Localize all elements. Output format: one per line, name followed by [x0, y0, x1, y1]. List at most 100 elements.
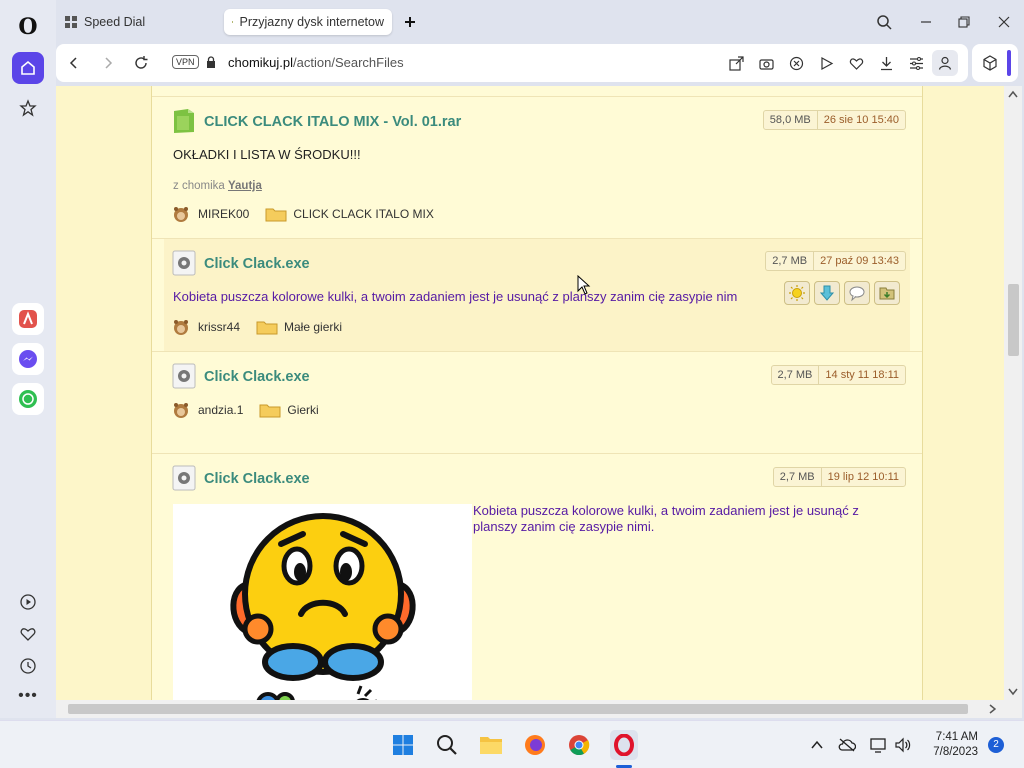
- player-button[interactable]: [12, 586, 44, 618]
- chrome-button[interactable]: [566, 732, 592, 758]
- horizontal-scrollbar[interactable]: [56, 700, 1004, 718]
- file-meta: 58,0 MB 26 sie 10 15:40: [762, 110, 906, 130]
- heart-outline-icon[interactable]: [846, 53, 866, 73]
- search-icon: [437, 735, 457, 755]
- volume-icon[interactable]: [890, 732, 916, 758]
- from-prefix: z chomika: [173, 180, 225, 192]
- firefox-button[interactable]: [522, 732, 548, 758]
- tab-chomikuj[interactable]: Przyjazny dysk internetow: [224, 9, 392, 35]
- save-to-chomik-button[interactable]: [874, 281, 900, 305]
- hamster-avatar-icon[interactable]: [172, 401, 190, 419]
- owner-name[interactable]: andzia.1: [198, 403, 243, 417]
- scrollbar-thumb[interactable]: [1008, 284, 1019, 356]
- sun-icon: [789, 285, 805, 301]
- from-user-link[interactable]: Yautja: [228, 180, 262, 192]
- from-user-line: z chomika Yautja: [173, 180, 262, 192]
- close-button[interactable]: [992, 10, 1016, 34]
- vertical-scrollbar[interactable]: [1004, 86, 1022, 718]
- system-clock[interactable]: 7:41 AM 7/8/2023: [933, 730, 978, 760]
- hamster-avatar-icon[interactable]: [172, 205, 190, 223]
- comment-button[interactable]: [844, 281, 870, 305]
- home-button[interactable]: [12, 52, 44, 84]
- back-button[interactable]: [62, 51, 86, 75]
- onedrive-status-icon[interactable]: [834, 732, 860, 758]
- aria-app-button[interactable]: [12, 303, 44, 335]
- opera-taskbar-button[interactable]: [610, 730, 638, 760]
- hamster-avatar-icon[interactable]: [172, 318, 190, 336]
- camera-icon[interactable]: [756, 53, 776, 73]
- scrollbar-thumb[interactable]: [68, 704, 968, 714]
- bookmarks-button[interactable]: [12, 92, 44, 124]
- notification-badge[interactable]: 2: [988, 737, 1004, 753]
- speech-bubble-icon: [849, 286, 865, 302]
- file-date: 27 paź 09 13:43: [820, 255, 899, 267]
- restore-icon: [958, 16, 970, 28]
- recommend-button[interactable]: [784, 281, 810, 305]
- forward-button[interactable]: [96, 51, 120, 75]
- result-item: CLICK CLACK ITALO MIX - Vol. 01.rar 58,0…: [164, 104, 910, 238]
- chrome-icon: [569, 735, 590, 756]
- owner-name[interactable]: krissr44: [198, 320, 240, 334]
- new-tab-button[interactable]: [398, 10, 422, 34]
- scroll-up-icon: [1008, 90, 1018, 98]
- taskbar-search-button[interactable]: [434, 732, 460, 758]
- chomikuj-favicon-icon: [232, 21, 234, 23]
- download-icon[interactable]: [876, 53, 896, 73]
- owner-name[interactable]: MIREK00: [198, 207, 249, 221]
- share-icon[interactable]: [726, 53, 746, 73]
- hamster-save-icon: [879, 287, 895, 300]
- search-icon: [877, 15, 892, 30]
- profile-icon[interactable]: [932, 50, 958, 76]
- messenger-icon: [19, 350, 37, 368]
- file-title-link[interactable]: Click Clack.exe: [204, 369, 310, 385]
- easy-setup-icon[interactable]: [906, 53, 926, 73]
- reload-button[interactable]: [129, 51, 153, 75]
- lock-icon[interactable]: [206, 56, 216, 72]
- chevron-left-icon: [69, 57, 77, 69]
- minimize-button[interactable]: [914, 10, 938, 34]
- folder-name[interactable]: Małe gierki: [284, 320, 342, 334]
- speaker-icon: [895, 737, 911, 753]
- star-icon: [19, 99, 37, 117]
- close-icon: [998, 16, 1010, 28]
- start-button[interactable]: [390, 732, 416, 758]
- history-button[interactable]: [12, 650, 44, 682]
- file-title-link[interactable]: Click Clack.exe: [204, 256, 310, 272]
- adblock-icon[interactable]: [786, 53, 806, 73]
- file-title-link[interactable]: CLICK CLACK ITALO MIX - Vol. 01.rar: [204, 114, 461, 130]
- search-tabs-button[interactable]: [872, 10, 896, 34]
- file-explorer-button[interactable]: [478, 732, 504, 758]
- show-hidden-icons-button[interactable]: [804, 732, 830, 758]
- url-field[interactable]: chomikuj.pl/action/SearchFiles: [228, 55, 404, 70]
- opera-logo[interactable]: O: [14, 13, 42, 41]
- folder-name[interactable]: CLICK CLACK ITALO MIX: [293, 207, 433, 221]
- page-left-margin: [56, 86, 152, 718]
- more-options-icon[interactable]: •••: [12, 680, 44, 712]
- extensions-button[interactable]: [972, 44, 1018, 82]
- grid-icon: [65, 16, 77, 28]
- windows-logo-icon: [393, 735, 413, 755]
- minimize-icon: [921, 21, 931, 23]
- pinboard-button[interactable]: [12, 618, 44, 650]
- mouse-cursor-icon: [577, 275, 591, 295]
- restore-button[interactable]: [952, 10, 976, 34]
- send-icon[interactable]: [816, 53, 836, 73]
- archive-file-icon: [174, 109, 194, 133]
- file-title-link[interactable]: Click Clack.exe: [204, 471, 310, 487]
- aria-icon: [19, 310, 37, 328]
- windows-taskbar: 7:41 AM 7/8/2023 2: [0, 720, 1024, 768]
- heart-icon: [20, 628, 36, 641]
- game-screenshot[interactable]: [173, 504, 472, 718]
- owner-line: andzia.1 Gierki: [172, 401, 319, 419]
- download-file-button[interactable]: [814, 281, 840, 305]
- vpn-badge[interactable]: VPN: [172, 55, 199, 69]
- clock-icon: [20, 658, 36, 674]
- url-path: /action/SearchFiles: [293, 55, 404, 70]
- network-icon[interactable]: [866, 732, 892, 758]
- messenger-app-button[interactable]: [12, 343, 44, 375]
- tab-speed-dial[interactable]: Speed Dial: [56, 9, 216, 35]
- whatsapp-app-button[interactable]: [12, 383, 44, 415]
- folder-icon: [265, 208, 287, 222]
- folder-name[interactable]: Gierki: [287, 403, 318, 417]
- folder-icon: [480, 737, 502, 754]
